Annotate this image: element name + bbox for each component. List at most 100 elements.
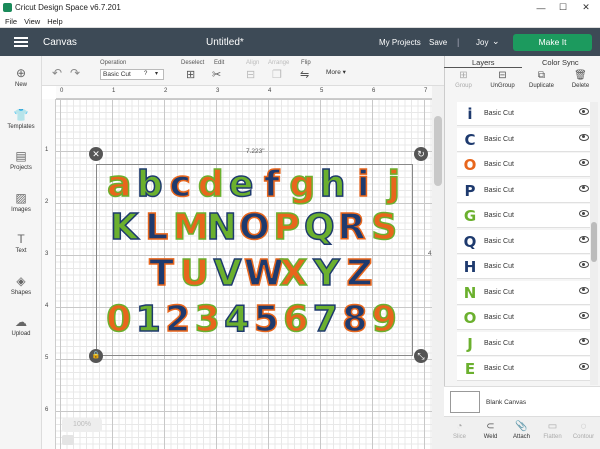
design-glyph[interactable]: 7 <box>311 301 341 339</box>
eye-icon[interactable] <box>579 159 589 166</box>
layer-row[interactable]: N Basic Cut <box>457 280 591 305</box>
sidebar-item-shapes[interactable]: ◈ Shapes <box>0 274 42 296</box>
design-glyph[interactable]: 2 <box>163 301 193 339</box>
design-glyph[interactable]: V <box>211 255 244 293</box>
ungroup-button[interactable]: ⊟ UnGroup <box>483 70 522 89</box>
design-glyph[interactable]: M <box>172 209 209 247</box>
menu-file[interactable]: File <box>5 17 17 26</box>
design-glyph[interactable]: U <box>178 255 211 293</box>
hamburger-menu-icon[interactable] <box>14 37 28 47</box>
align-icon[interactable]: ⊟ <box>246 68 255 81</box>
design-glyph[interactable]: K <box>108 209 141 247</box>
maximize-icon[interactable]: ☐ <box>552 0 574 15</box>
layer-row[interactable]: G Basic Cut <box>457 204 591 228</box>
sidebar-item-text[interactable]: T Text <box>0 232 42 254</box>
make-it-button[interactable]: Make It <box>513 34 592 51</box>
attach-button[interactable]: 📎 Attach <box>506 421 537 440</box>
layer-row[interactable]: i Basic Cut <box>457 102 591 126</box>
layer-list[interactable]: i Basic Cut C Basic Cut O Basic Cut P Basic Cut… <box>444 102 600 385</box>
flatten-button[interactable]: ▭ Flatten <box>537 421 568 440</box>
sidebar-item-upload[interactable]: ☁ Upload <box>0 315 42 337</box>
slice-button[interactable]: ◔ Slice <box>444 421 475 440</box>
resize-handle-icon[interactable]: ⤡ <box>414 349 428 363</box>
eye-icon[interactable] <box>579 363 589 370</box>
scrollbar-thumb[interactable] <box>591 222 597 262</box>
delete-button[interactable]: 🗑 Delete <box>561 70 600 89</box>
design-glyph[interactable]: d <box>196 166 227 204</box>
design-glyph[interactable]: h <box>318 166 349 204</box>
layer-list-scrollbar[interactable] <box>590 102 598 385</box>
tab-color-sync[interactable]: Color Sync <box>542 58 579 67</box>
layer-row[interactable]: O Basic Cut <box>457 153 591 177</box>
design-glyph[interactable]: c <box>165 166 196 204</box>
design-glyph[interactable]: L <box>141 209 174 247</box>
design-glyph[interactable]: 0 <box>104 301 134 339</box>
tab-layers[interactable]: Layers <box>472 58 495 67</box>
menu-help[interactable]: Help <box>47 17 62 26</box>
eye-icon[interactable] <box>579 337 589 345</box>
layer-row[interactable]: C Basic Cut <box>457 127 591 152</box>
chevron-down-icon[interactable]: ⌄ <box>492 36 500 47</box>
rotate-icon[interactable]: ↻ <box>414 147 428 161</box>
eye-icon[interactable] <box>579 210 589 217</box>
menu-view[interactable]: View <box>24 17 40 26</box>
eye-icon[interactable] <box>579 286 589 294</box>
save-button[interactable]: Save <box>429 38 447 47</box>
design-glyph[interactable]: f <box>257 166 288 204</box>
sidebar-item-images[interactable]: ▨ Images <box>0 191 42 213</box>
design-row-lowercase[interactable]: abcdefghij <box>104 166 410 204</box>
more-menu[interactable]: More ▾ <box>326 68 346 76</box>
operation-select[interactable]: Basic Cut ? ▾ <box>100 69 164 80</box>
layer-row[interactable]: Q Basic Cut <box>457 229 591 254</box>
design-glyph[interactable]: Z <box>343 255 376 293</box>
group-button[interactable]: ⊞ Group <box>444 70 483 89</box>
design-glyph[interactable]: e <box>226 166 257 204</box>
sidebar-item-projects[interactable]: ▤ Projects <box>0 149 42 171</box>
design-glyph[interactable]: T <box>145 255 178 293</box>
delete-selection-icon[interactable]: ✕ <box>89 147 103 161</box>
duplicate-button[interactable]: ⧉ Duplicate <box>522 70 561 89</box>
design-glyph[interactable]: b <box>135 166 166 204</box>
design-glyph[interactable]: 8 <box>340 301 370 339</box>
eye-icon[interactable] <box>579 235 589 243</box>
blank-canvas-row[interactable]: Blank Canvas <box>444 386 600 416</box>
minimize-icon[interactable]: — <box>530 0 552 15</box>
design-glyph[interactable]: O <box>238 209 271 247</box>
eye-icon[interactable] <box>579 184 589 192</box>
sidebar-item-new[interactable]: ⊕ New <box>0 66 42 88</box>
design-row-uppercase[interactable]: KLMNOPQRS <box>108 209 401 247</box>
canvas-scrollbar[interactable] <box>432 86 444 449</box>
canvas-mini-button[interactable] <box>62 435 74 445</box>
sidebar-item-templates[interactable]: 👕 Templates <box>0 108 42 130</box>
design-glyph[interactable]: 5 <box>252 301 282 339</box>
layer-row[interactable]: O Basic Cut <box>457 306 591 330</box>
design-glyph[interactable]: 6 <box>281 301 311 339</box>
design-glyph[interactable]: N <box>206 209 239 247</box>
design-glyph[interactable]: W <box>243 255 284 293</box>
layer-row[interactable]: J Basic Cut <box>457 331 591 356</box>
design-glyph[interactable]: i <box>348 166 379 204</box>
design-glyph[interactable]: 4 <box>222 301 252 339</box>
contour-button[interactable]: ◌ Contour <box>568 421 599 440</box>
design-glyph[interactable]: g <box>287 166 318 204</box>
design-glyph[interactable]: j <box>379 166 410 204</box>
eye-icon[interactable] <box>579 261 589 268</box>
design-glyph[interactable]: Q <box>303 209 336 247</box>
eye-icon[interactable] <box>579 133 589 141</box>
redo-icon[interactable]: ↷ <box>70 66 80 80</box>
design-glyph[interactable]: Y <box>310 255 343 293</box>
eye-icon[interactable] <box>579 312 589 319</box>
edit-scissors-icon[interactable]: ✂ <box>212 68 221 81</box>
flip-icon[interactable]: ⇋ <box>300 68 309 81</box>
deselect-icon[interactable]: ⊞ <box>186 68 195 81</box>
blank-canvas-swatch[interactable] <box>450 391 480 413</box>
design-glyph[interactable]: 9 <box>370 301 400 339</box>
help-icon[interactable]: ? <box>144 70 147 79</box>
undo-icon[interactable]: ↶ <box>52 66 62 80</box>
design-glyph[interactable]: R <box>336 209 369 247</box>
design-glyph[interactable]: X <box>277 255 310 293</box>
weld-button[interactable]: ⊂ Weld <box>475 421 506 440</box>
design-glyph[interactable]: 3 <box>193 301 223 339</box>
design-glyph[interactable]: 1 <box>134 301 164 339</box>
design-glyph[interactable]: P <box>271 209 304 247</box>
